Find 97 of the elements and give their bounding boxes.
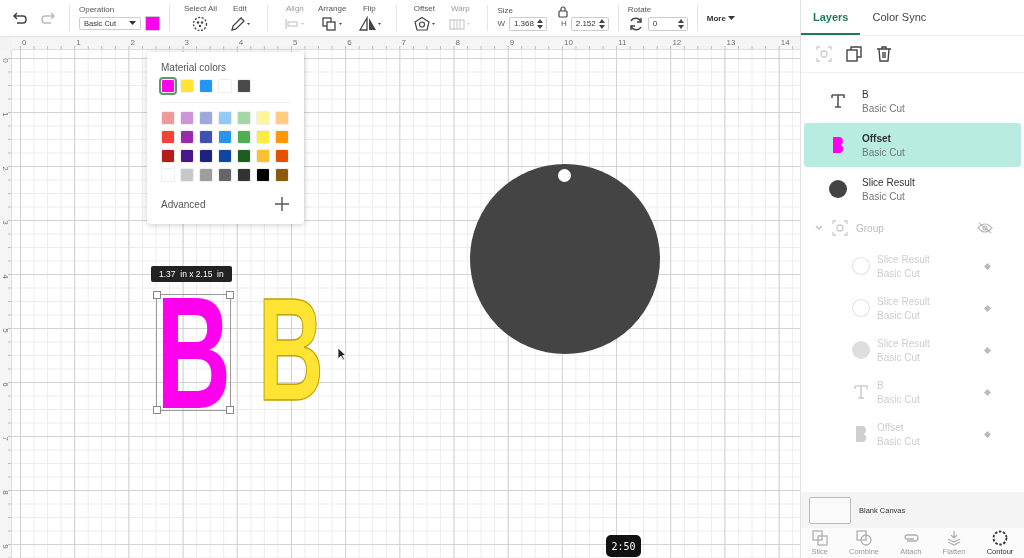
ruler-number: 4 [1, 273, 10, 281]
resize-handle[interactable] [226, 406, 234, 414]
text-icon [851, 382, 871, 402]
arrange-tool[interactable]: Arrange [317, 4, 347, 32]
layer-item[interactable]: B Basic Cut [804, 79, 1021, 123]
group-icon [816, 46, 832, 62]
layer-operation: Basic Cut [862, 190, 906, 202]
layer-name: Slice Result [862, 176, 915, 188]
add-button[interactable] [274, 196, 290, 212]
flip-tool[interactable]: Flip [356, 4, 383, 32]
layers-icon [946, 530, 963, 546]
ruler-number: 4 [237, 38, 244, 47]
ruler-number: 7 [400, 38, 406, 47]
ruler-number: 1 [75, 38, 81, 47]
spinner-icon[interactable] [677, 18, 684, 29]
eye-slash-icon[interactable] [977, 222, 993, 234]
size-tooltip: 1.37 in x 2.15 in [151, 266, 232, 282]
ruler-number: 5 [292, 38, 298, 47]
caret-icon [727, 15, 735, 21]
advanced-label: Advanced [161, 198, 206, 210]
slice-icon [811, 530, 828, 546]
ruler-number: 3 [1, 219, 10, 227]
resize-handle[interactable] [153, 291, 161, 299]
ruler-number: 12 [671, 38, 682, 47]
ruler-number: 14 [779, 38, 790, 47]
diamond-icon [984, 430, 991, 438]
ruler-number: 9 [508, 38, 515, 47]
canvas-thumbnail[interactable] [809, 496, 851, 524]
layer-name: Offset [862, 132, 892, 144]
panel-tab[interactable]: Color Sync [860, 0, 939, 35]
ring-icon [851, 298, 871, 318]
ruler-number: 2 [1, 165, 10, 173]
ruler-number: 6 [346, 38, 352, 47]
width-field[interactable]: 1.368 [508, 16, 547, 31]
redo-icon [38, 11, 56, 25]
offset-icon [411, 16, 438, 32]
ruler-number: 3 [183, 38, 190, 47]
layer-operation: Basic Cut [862, 146, 905, 158]
ruler-number: 13 [725, 38, 736, 47]
ruler-number: 1 [1, 111, 10, 119]
operation-label: Operation [79, 5, 115, 14]
offset-tool[interactable]: Offset [411, 4, 438, 32]
select-all-tool[interactable]: Select All [184, 4, 217, 32]
ruler-number: 5 [1, 327, 10, 335]
diamond-icon [984, 346, 991, 354]
ruler-number: 6 [1, 381, 10, 389]
diamond-icon [984, 262, 991, 270]
layer-name: Group [856, 222, 884, 234]
height-label: H [560, 19, 567, 28]
rotate-field[interactable]: 0 [647, 16, 688, 31]
rotate-label: Rotate [627, 4, 652, 14]
ring-icon [851, 256, 871, 276]
more-button[interactable]: More [706, 13, 735, 23]
group-icon [832, 220, 848, 236]
rotate-icon[interactable] [627, 15, 644, 32]
layer-item[interactable]: Offset Basic Cut [804, 123, 1021, 167]
layer-item[interactable]: Slice Result Basic Cut [804, 167, 1021, 211]
video-timestamp: 2:50 [606, 535, 641, 557]
height-field[interactable]: 2.152 [570, 16, 609, 31]
plus-icon [275, 197, 289, 211]
panel-tab[interactable]: Layers [801, 0, 861, 35]
diamond-icon [984, 304, 991, 312]
ruler-number: 8 [1, 489, 10, 497]
hole-shape [558, 169, 571, 182]
size-label: Size [497, 5, 513, 15]
undo-icon [12, 11, 30, 25]
dashed-circle-icon [992, 530, 1009, 546]
ruler-number: 8 [454, 38, 461, 47]
resize-handle[interactable] [153, 406, 161, 414]
ruler-number: 0 [1, 57, 10, 65]
diamond-icon [984, 388, 991, 396]
trash-icon [876, 46, 892, 62]
delete-button[interactable] [875, 45, 893, 63]
popup-title: Material colors [161, 62, 228, 73]
cursor-icon [337, 347, 347, 361]
resize-handle[interactable] [226, 291, 234, 299]
duplicate-icon [846, 46, 862, 62]
combine-icon [856, 530, 872, 546]
ruler-number: 7 [1, 435, 10, 443]
edit-tool[interactable]: Edit [226, 4, 253, 32]
ruler-number: 10 [563, 38, 573, 47]
duplicate-button[interactable] [845, 45, 863, 63]
caret-icon [129, 21, 136, 26]
ruler-number: 2 [129, 38, 135, 47]
flip-icon [356, 16, 383, 32]
layer-name: B [862, 88, 870, 100]
spinner-icon[interactable] [598, 18, 605, 29]
ruler-number: 0 [21, 38, 27, 47]
color-swatch[interactable] [145, 16, 160, 31]
circle-icon [851, 340, 871, 360]
text-icon [828, 91, 848, 111]
ruler-number: 11 [617, 38, 627, 47]
ruler-number: 9 [1, 543, 10, 551]
lock-icon[interactable] [557, 5, 570, 18]
spinner-icon[interactable] [536, 18, 543, 29]
width-label: W [497, 19, 505, 28]
layer-operation: Basic Cut [862, 102, 905, 114]
